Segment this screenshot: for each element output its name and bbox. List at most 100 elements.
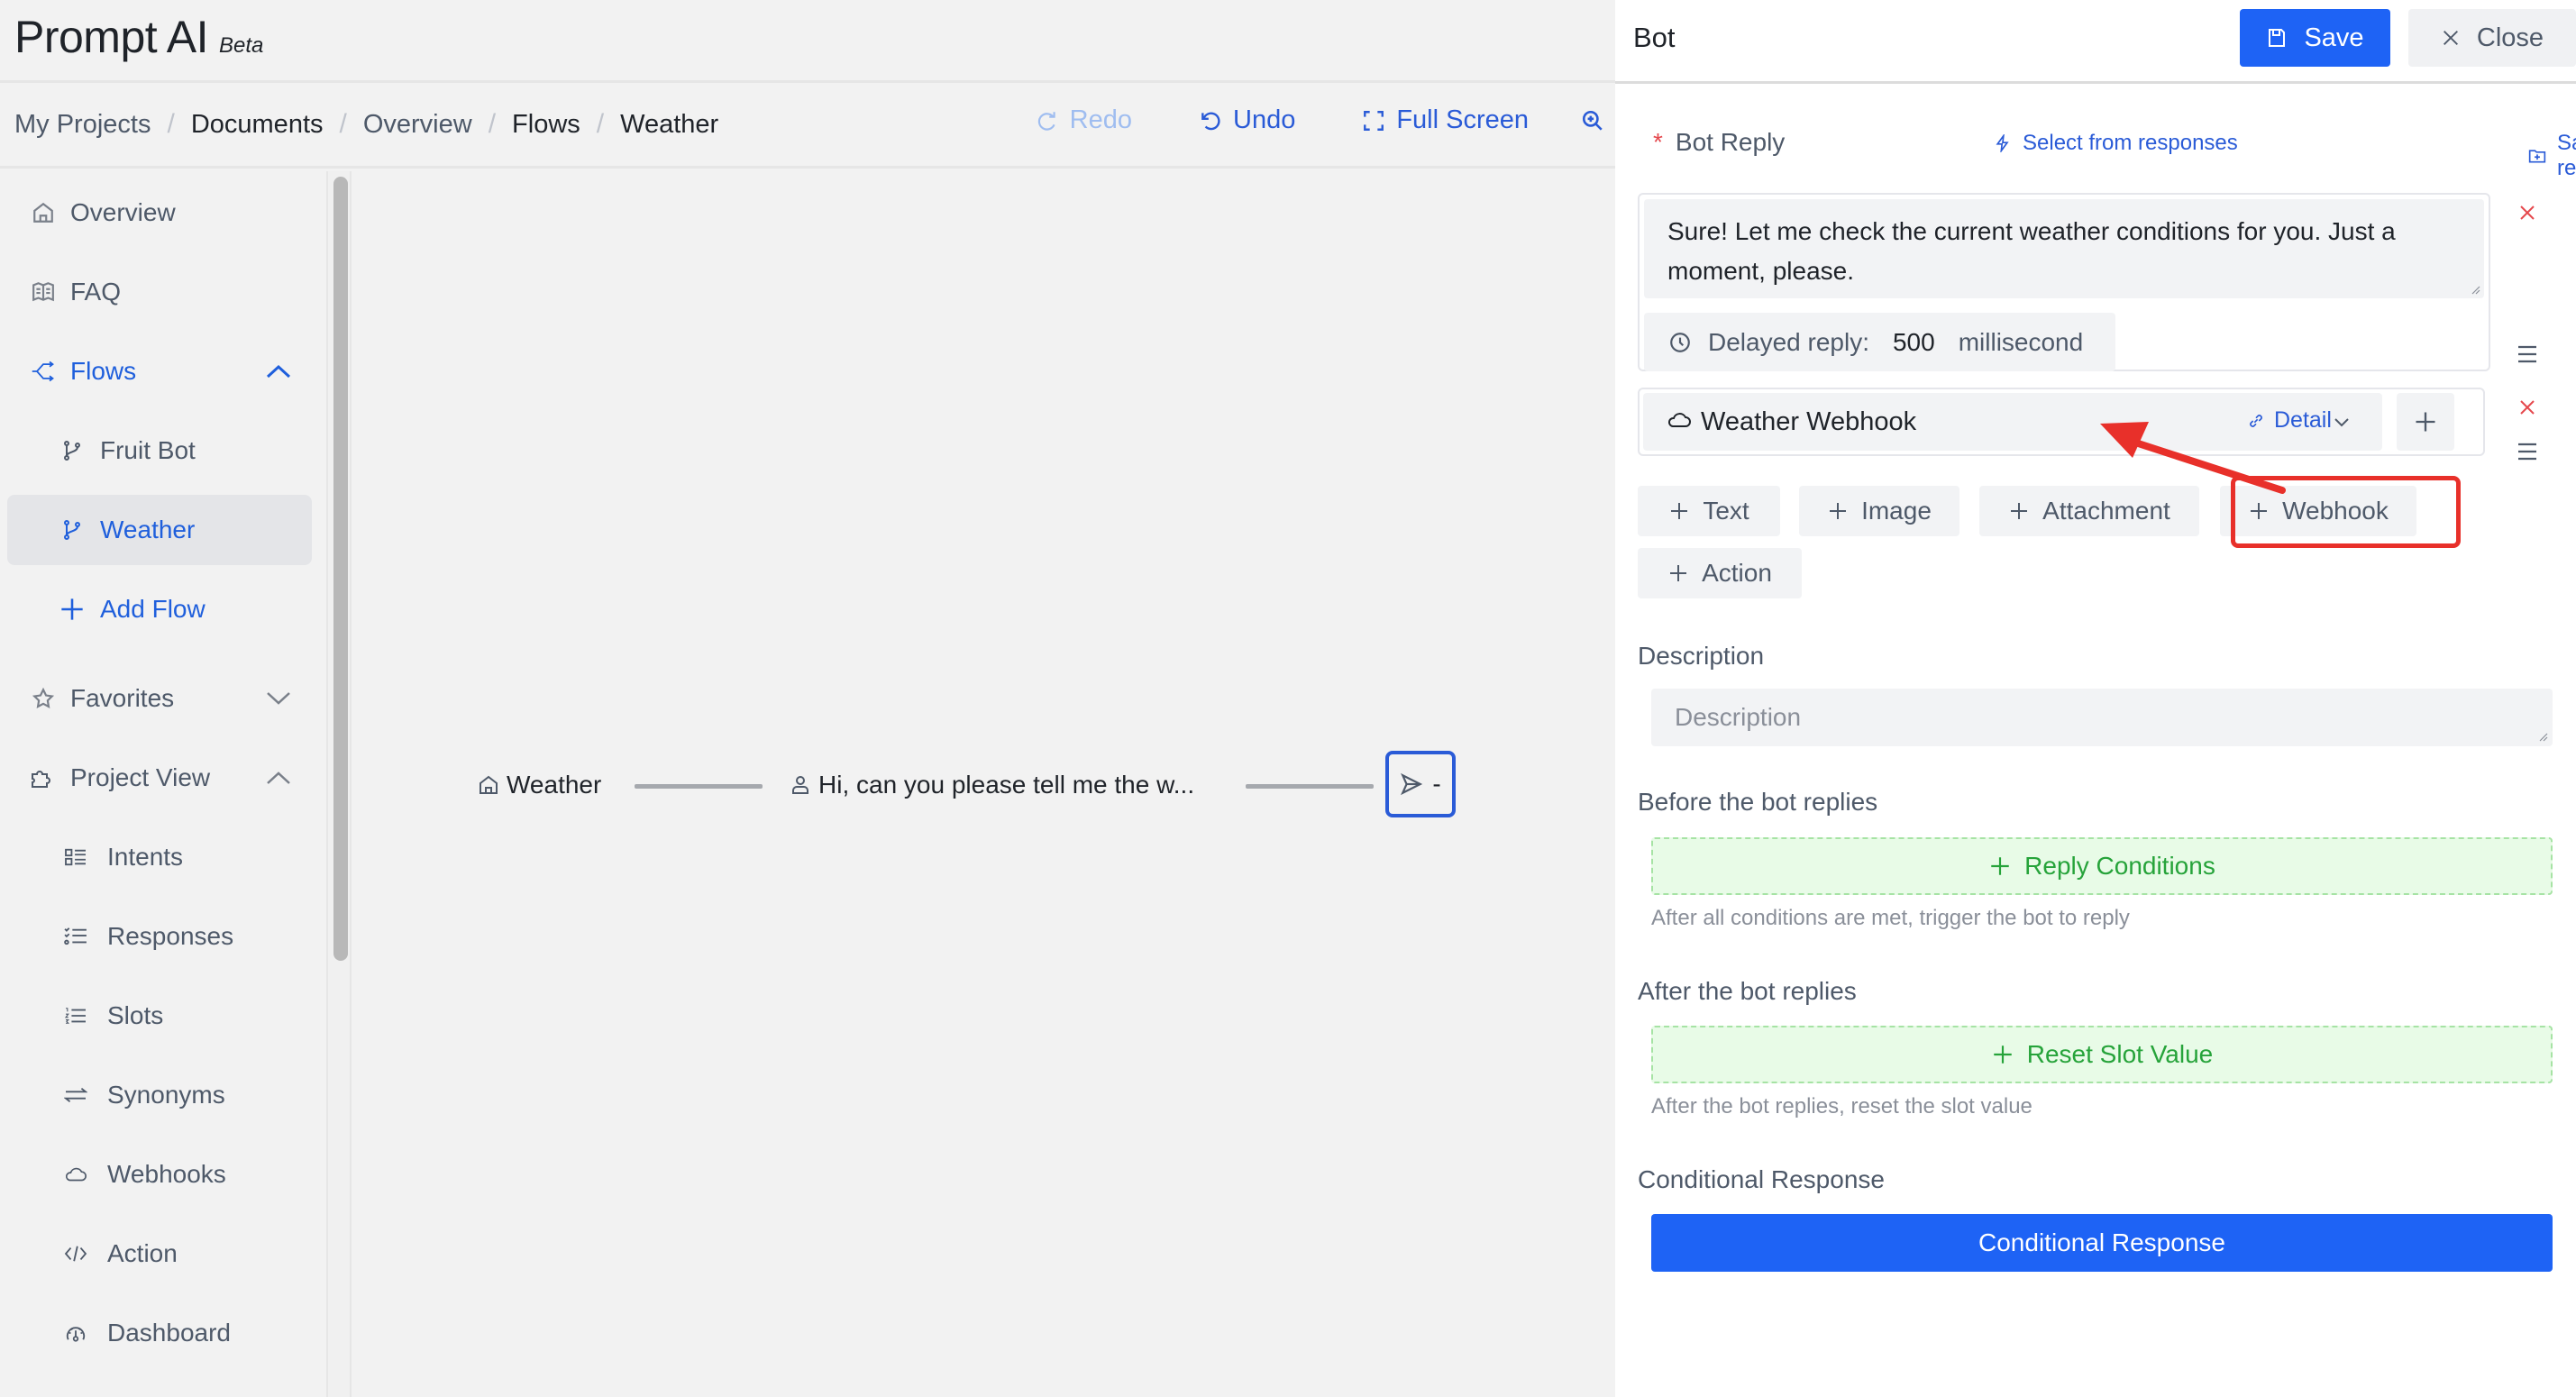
add-attachment-button[interactable]: Attachment	[1979, 486, 2199, 536]
add-webhook-label: Webhook	[2282, 497, 2389, 525]
redo-button[interactable]: Redo	[1036, 105, 1132, 135]
reset-slot-value-button[interactable]: Reset Slot Value	[1651, 1026, 2553, 1083]
flows-icon	[31, 359, 56, 384]
full-screen-icon	[1362, 109, 1385, 132]
plus-icon	[1668, 500, 1690, 522]
sidebar-item-favorites[interactable]: Favorites	[7, 663, 312, 734]
sidebar-item-dashboard[interactable]: Dashboard	[7, 1298, 312, 1368]
sidebar-scrollbar[interactable]	[326, 171, 352, 1397]
breadcrumb-my-projects[interactable]: My Projects	[14, 110, 151, 140]
webhook-detail-link[interactable]: Detail	[2247, 407, 2332, 434]
sidebar-item-label: Synonyms	[107, 1081, 225, 1109]
resize-handle-icon[interactable]	[2467, 281, 2481, 296]
description-input[interactable]	[1651, 689, 2553, 746]
flow-connector	[1246, 784, 1374, 789]
lightning-icon	[1994, 134, 2012, 152]
brand-logo[interactable]: Prompt AI Beta	[14, 11, 263, 63]
breadcrumb-overview[interactable]: Overview	[363, 110, 472, 140]
drawer-header: Bot Save Close	[1615, 0, 2576, 84]
sidebar-item-synonyms[interactable]: Synonyms	[7, 1060, 312, 1130]
sidebar-item-label: Dashboard	[107, 1319, 231, 1347]
remove-text-reply-icon[interactable]	[2517, 202, 2538, 224]
sidebar-item-faq[interactable]: FAQ	[7, 257, 312, 327]
plus-icon	[2413, 409, 2438, 434]
bot-reply-textarea[interactable]: Sure! Let me check the current weather c…	[1644, 199, 2484, 298]
sidebar-item-weather[interactable]: Weather	[7, 495, 312, 565]
reply-conditions-button[interactable]: Reply Conditions	[1651, 837, 2553, 895]
beta-badge: Beta	[219, 33, 264, 58]
star-icon	[31, 686, 56, 711]
send-icon	[1400, 772, 1423, 796]
drag-handle-icon[interactable]	[2517, 442, 2538, 461]
breadcrumb-documents[interactable]: Documents	[191, 110, 324, 140]
add-webhook-param-button[interactable]	[2397, 393, 2454, 451]
numbered-list-icon	[63, 1003, 88, 1028]
sidebar-item-intents[interactable]: Intents	[7, 822, 312, 892]
add-action-label: Action	[1702, 559, 1772, 587]
remove-webhook-reply-icon[interactable]	[2517, 397, 2538, 418]
sidebar-item-slots[interactable]: Slots	[7, 981, 312, 1051]
undo-button[interactable]: Undo	[1199, 105, 1295, 135]
book-icon	[31, 279, 56, 305]
sidebar-item-label: Intents	[107, 843, 184, 871]
resize-handle-icon[interactable]	[2535, 728, 2549, 743]
breadcrumb-bar: My Projects / Documents / Overview / Flo…	[0, 86, 1615, 169]
sidebar-item-webhooks[interactable]: Webhooks	[7, 1139, 312, 1210]
add-text-button[interactable]: Text	[1638, 486, 1780, 536]
puzzle-icon	[31, 765, 56, 790]
close-icon	[2441, 28, 2461, 48]
chevron-down-icon[interactable]	[2332, 413, 2352, 431]
sidebar-scrollbar-thumb[interactable]	[333, 177, 348, 961]
drag-handle-icon[interactable]	[2517, 344, 2538, 364]
add-action-button[interactable]: Action	[1638, 548, 1802, 598]
sidebar-item-label: Flows	[70, 357, 137, 385]
before-hint: After all conditions are met, trigger th…	[1651, 906, 2130, 930]
conditional-response-button[interactable]: Conditional Response	[1651, 1214, 2553, 1272]
chevron-up-icon[interactable]	[265, 769, 292, 787]
add-text-label: Text	[1703, 497, 1749, 525]
sidebar-item-label: Slots	[107, 1001, 164, 1029]
breadcrumb-weather: Weather	[620, 109, 719, 139]
sidebar-item-responses[interactable]: Responses	[7, 901, 312, 972]
plus-icon	[1991, 1043, 2014, 1066]
text-reply-card: Sure! Let me check the current weather c…	[1638, 193, 2490, 371]
flow-node-start[interactable]: Weather	[478, 771, 601, 799]
zoom-in-icon	[1581, 109, 1604, 132]
zoom-in-button[interactable]	[1581, 109, 1604, 132]
sidebar-item-fruit-bot[interactable]: Fruit Bot	[7, 415, 312, 486]
breadcrumb-flows[interactable]: Flows	[512, 110, 580, 140]
delayed-reply-unit: millisecond	[1958, 327, 2084, 356]
save-label: Save	[2304, 23, 2364, 52]
select-from-responses-link[interactable]: Select from responses	[1994, 131, 2238, 156]
flow-node-user[interactable]: Hi, can you please tell me the w...	[790, 771, 1194, 799]
bot-reply-label: * Bot Reply	[1653, 128, 1785, 157]
delayed-reply-field[interactable]: Delayed reply: 500 millisecond	[1644, 313, 2115, 371]
close-label: Close	[2476, 23, 2544, 52]
chevron-down-icon[interactable]	[265, 689, 292, 708]
webhook-select[interactable]: Weather Webhook Detail	[1643, 393, 2382, 451]
link-icon	[2247, 412, 2265, 430]
checklist-icon	[63, 924, 88, 949]
save-to-responses-link[interactable]: Save to responses	[2528, 131, 2576, 181]
home-icon	[478, 774, 499, 796]
undo-icon	[1199, 109, 1222, 132]
full-screen-button[interactable]: Full Screen	[1362, 105, 1529, 135]
flow-connector	[635, 784, 763, 789]
after-bot-replies-label: After the bot replies	[1638, 977, 1857, 1005]
sidebar-item-flows[interactable]: Flows	[7, 336, 312, 406]
plus-icon	[59, 597, 85, 622]
sidebar-item-overview[interactable]: Overview	[7, 178, 312, 248]
delayed-reply-value[interactable]: 500	[1893, 328, 1935, 357]
flow-node-bot[interactable]: -	[1385, 751, 1456, 817]
sidebar-item-label: Responses	[107, 922, 234, 950]
sidebar-item-label: FAQ	[70, 278, 122, 306]
add-flow-button[interactable]: Add Flow	[7, 574, 312, 644]
add-image-button[interactable]: Image	[1799, 486, 1959, 536]
flow-canvas[interactable]: Weather Hi, can you please tell me the w…	[353, 171, 1615, 1397]
sidebar-item-action[interactable]: Action	[7, 1219, 312, 1289]
close-button[interactable]: Close	[2408, 9, 2576, 67]
save-button[interactable]: Save	[2240, 9, 2390, 67]
sidebar-item-project-view[interactable]: Project View	[7, 743, 312, 813]
chevron-up-icon[interactable]	[265, 362, 292, 380]
add-webhook-button[interactable]: Webhook	[2220, 486, 2416, 536]
